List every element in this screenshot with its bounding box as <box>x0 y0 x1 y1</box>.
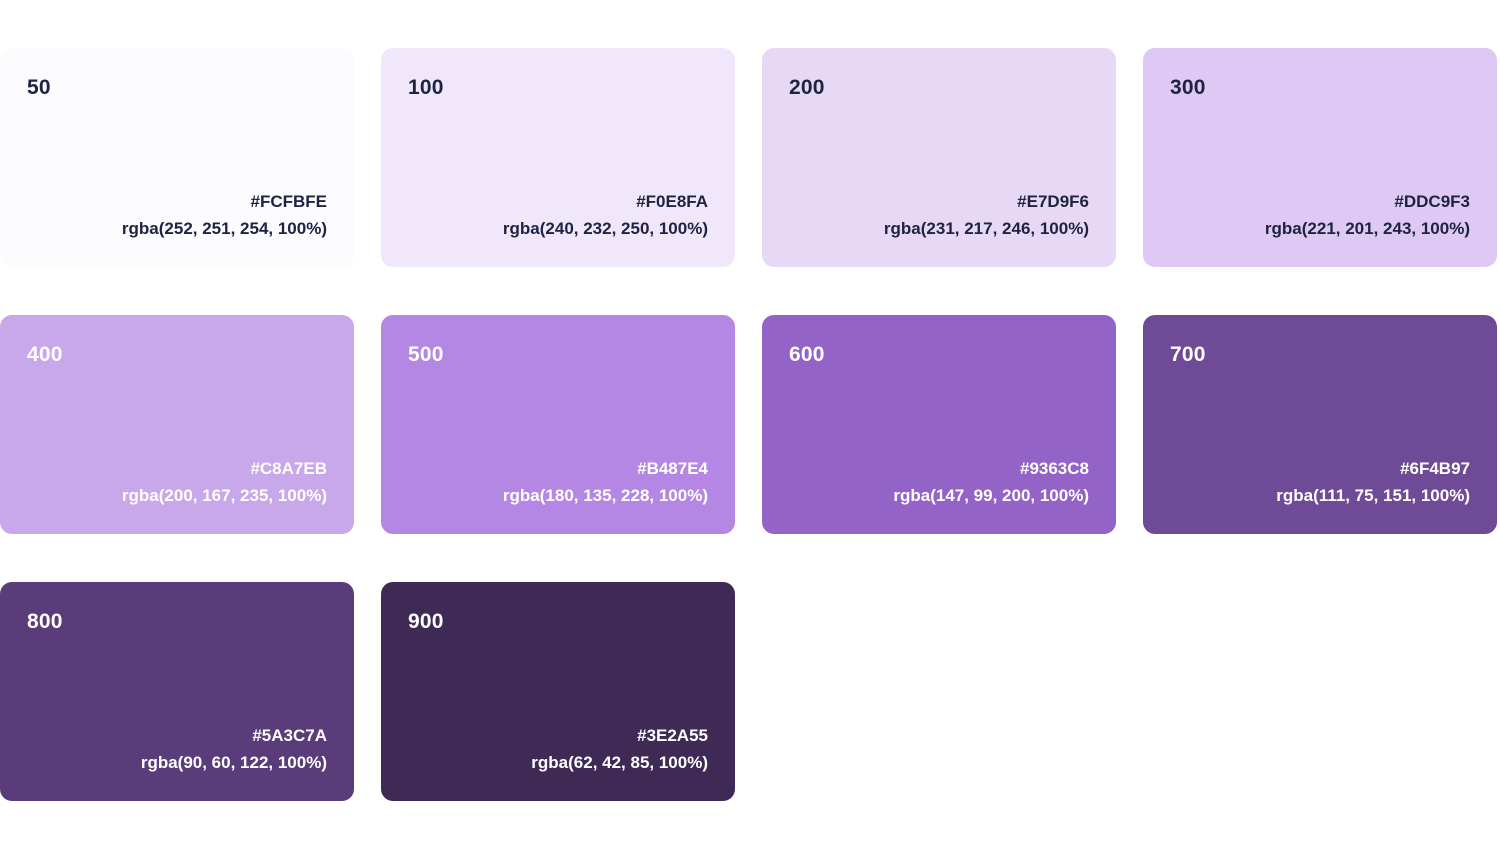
swatch-codes: #9363C8 rgba(147, 99, 200, 100%) <box>893 455 1089 509</box>
swatch-shade-label: 500 <box>408 343 444 366</box>
swatch-hex: #6F4B97 <box>1400 459 1470 478</box>
swatch-800[interactable]: 800 #5A3C7A rgba(90, 60, 122, 100%) <box>0 582 354 801</box>
swatch-shade-label: 50 <box>27 76 51 99</box>
swatch-rgba: rgba(147, 99, 200, 100%) <box>893 486 1089 505</box>
swatch-codes: #B487E4 rgba(180, 135, 228, 100%) <box>503 455 708 509</box>
swatch-hex: #5A3C7A <box>252 726 327 745</box>
swatch-rgba: rgba(180, 135, 228, 100%) <box>502 486 708 505</box>
swatch-rgba: rgba(252, 251, 254, 100%) <box>121 219 327 238</box>
swatch-shade-label: 600 <box>789 343 825 366</box>
swatch-codes: #E7D9F6 rgba(231, 217, 246, 100%) <box>884 188 1089 242</box>
swatch-codes: #3E2A55 rgba(62, 42, 85, 100%) <box>531 722 708 776</box>
color-palette: 50 #FCFBFE rgba(252, 251, 254, 100%) 100… <box>0 48 1500 801</box>
swatch-hex: #F0E8FA <box>636 192 708 211</box>
swatch-codes: #FCFBFE rgba(252, 251, 254, 100%) <box>122 188 327 242</box>
swatch-300[interactable]: 300 #DDC9F3 rgba(221, 201, 243, 100%) <box>1143 48 1497 267</box>
swatch-rgba: rgba(90, 60, 122, 100%) <box>140 753 327 772</box>
swatch-codes: #5A3C7A rgba(90, 60, 122, 100%) <box>141 722 327 776</box>
swatch-shade-label: 400 <box>27 343 63 366</box>
swatch-200[interactable]: 200 #E7D9F6 rgba(231, 217, 246, 100%) <box>762 48 1116 267</box>
swatch-hex: #B487E4 <box>637 459 708 478</box>
swatch-hex: #3E2A55 <box>637 726 708 745</box>
swatch-100[interactable]: 100 #F0E8FA rgba(240, 232, 250, 100%) <box>381 48 735 267</box>
swatch-shade-label: 700 <box>1170 343 1206 366</box>
swatch-700[interactable]: 700 #6F4B97 rgba(111, 75, 151, 100%) <box>1143 315 1497 534</box>
swatch-codes: #C8A7EB rgba(200, 167, 235, 100%) <box>122 455 327 509</box>
swatch-shade-label: 100 <box>408 76 444 99</box>
swatch-900[interactable]: 900 #3E2A55 rgba(62, 42, 85, 100%) <box>381 582 735 801</box>
swatch-codes: #DDC9F3 rgba(221, 201, 243, 100%) <box>1265 188 1470 242</box>
swatch-hex: #DDC9F3 <box>1394 192 1470 211</box>
swatch-rgba: rgba(221, 201, 243, 100%) <box>1264 219 1470 238</box>
swatch-rgba: rgba(231, 217, 246, 100%) <box>883 219 1089 238</box>
swatch-shade-label: 800 <box>27 610 63 633</box>
swatch-shade-label: 300 <box>1170 76 1206 99</box>
swatch-400[interactable]: 400 #C8A7EB rgba(200, 167, 235, 100%) <box>0 315 354 534</box>
swatch-shade-label: 900 <box>408 610 444 633</box>
swatch-codes: #F0E8FA rgba(240, 232, 250, 100%) <box>503 188 708 242</box>
swatch-hex: #FCFBFE <box>250 192 328 211</box>
swatch-hex: #C8A7EB <box>250 459 327 478</box>
swatch-rgba: rgba(200, 167, 235, 100%) <box>121 486 327 505</box>
swatch-50[interactable]: 50 #FCFBFE rgba(252, 251, 254, 100%) <box>0 48 354 267</box>
swatch-codes: #6F4B97 rgba(111, 75, 151, 100%) <box>1276 455 1470 509</box>
swatch-rgba: rgba(240, 232, 250, 100%) <box>502 219 708 238</box>
swatch-hex: #9363C8 <box>1019 459 1089 478</box>
swatch-hex: #E7D9F6 <box>1017 192 1089 211</box>
swatch-rgba: rgba(111, 75, 151, 100%) <box>1276 486 1470 505</box>
swatch-500[interactable]: 500 #B487E4 rgba(180, 135, 228, 100%) <box>381 315 735 534</box>
swatch-600[interactable]: 600 #9363C8 rgba(147, 99, 200, 100%) <box>762 315 1116 534</box>
swatch-shade-label: 200 <box>789 76 825 99</box>
swatch-rgba: rgba(62, 42, 85, 100%) <box>531 753 708 772</box>
